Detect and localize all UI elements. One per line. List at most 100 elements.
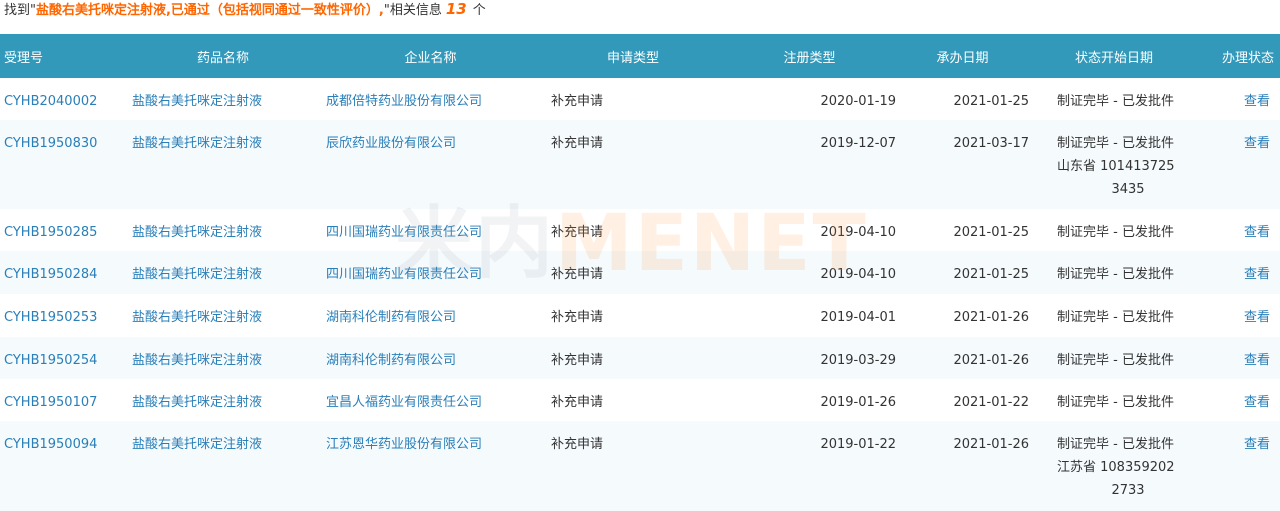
result-count: 13 bbox=[445, 0, 467, 18]
company-link[interactable]: 湖南科伦制药有限公司 bbox=[326, 353, 456, 368]
undertake-date-cell: 2021-01-25 bbox=[953, 225, 1029, 240]
company-link[interactable]: 四川国瑞药业有限责任公司 bbox=[326, 267, 482, 282]
table-row: CYHB1950253 盐酸右美托咪定注射液 湖南科伦制药有限公司 补充申请 2019-… bbox=[0, 294, 1280, 337]
view-link[interactable]: 查看 bbox=[1244, 94, 1270, 109]
undertake-date-cell: 2021-01-26 bbox=[953, 353, 1029, 368]
acceptance-no-link[interactable]: CYHB1950285 bbox=[4, 225, 97, 240]
drug-name-link[interactable]: 盐酸右美托咪定注射液 bbox=[132, 94, 262, 109]
acceptance-no-link[interactable]: CYHB1950253 bbox=[4, 310, 97, 325]
header-undertake-date[interactable]: 承办日期 bbox=[896, 34, 1029, 78]
summary-mid: "相关信息 bbox=[383, 3, 442, 18]
apply-type-cell: 补充申请 bbox=[551, 225, 604, 240]
reg-date-cell: 2019-03-29 bbox=[820, 353, 896, 368]
table-row: CYHB1950254 盐酸右美托咪定注射液 湖南科伦制药有限公司 补充申请 2019-… bbox=[0, 337, 1280, 379]
status-province-code: 江苏省 108359202 bbox=[1057, 460, 1175, 475]
drug-name-link[interactable]: 盐酸右美托咪定注射液 bbox=[132, 267, 262, 282]
summary-query: 盐酸右美托咪定注射液,已通过（包括视同通过一致性评价）, bbox=[35, 3, 384, 18]
apply-type-cell: 补充申请 bbox=[551, 395, 604, 410]
status-text: 制证完毕 - 已发批件 bbox=[1057, 267, 1174, 282]
header-reg-type[interactable]: 注册类型 bbox=[723, 34, 896, 78]
view-link[interactable]: 查看 bbox=[1244, 437, 1270, 452]
drug-name-link[interactable]: 盐酸右美托咪定注射液 bbox=[132, 225, 262, 240]
apply-type-cell: 补充申请 bbox=[551, 310, 604, 325]
status-cell: 制证完毕 - 已发批件 山东省 101413725 3435 bbox=[1029, 120, 1199, 209]
header-handle-status[interactable]: 办理状态 bbox=[1199, 34, 1280, 78]
drug-name-link[interactable]: 盐酸右美托咪定注射液 bbox=[132, 310, 262, 325]
acceptance-no-link[interactable]: CYHB1950107 bbox=[4, 395, 97, 410]
company-link[interactable]: 湖南科伦制药有限公司 bbox=[326, 310, 456, 325]
view-link[interactable]: 查看 bbox=[1244, 395, 1270, 410]
reg-date-cell: 2019-04-10 bbox=[820, 225, 896, 240]
acceptance-no-link[interactable]: CYHB1950830 bbox=[4, 136, 97, 151]
header-company[interactable]: 企业名称 bbox=[318, 34, 543, 78]
summary-prefix: 找到" bbox=[4, 3, 36, 18]
view-link[interactable]: 查看 bbox=[1244, 136, 1270, 151]
status-text: 制证完毕 - 已发批件 bbox=[1057, 310, 1174, 325]
view-link[interactable]: 查看 bbox=[1244, 267, 1270, 282]
company-link[interactable]: 辰欣药业股份有限公司 bbox=[326, 136, 456, 151]
status-text: 制证完毕 - 已发批件 bbox=[1057, 94, 1174, 109]
summary-suffix: 个 bbox=[472, 3, 486, 18]
status-cell: 制证完毕 - 已发批件 bbox=[1029, 379, 1199, 421]
status-text: 制证完毕 - 已发批件 bbox=[1057, 353, 1174, 368]
company-link[interactable]: 四川国瑞药业有限责任公司 bbox=[326, 225, 482, 240]
view-link[interactable]: 查看 bbox=[1244, 225, 1270, 240]
apply-type-cell: 补充申请 bbox=[551, 353, 604, 368]
table-row: CYHB1950107 盐酸右美托咪定注射液 宜昌人福药业有限责任公司 补充申请 201… bbox=[0, 379, 1280, 421]
status-cell: 制证完毕 - 已发批件 bbox=[1029, 337, 1199, 379]
header-drug-name[interactable]: 药品名称 bbox=[128, 34, 318, 78]
company-link[interactable]: 宜昌人福药业有限责任公司 bbox=[326, 395, 482, 410]
undertake-date-cell: 2021-01-25 bbox=[953, 267, 1029, 282]
drug-name-link[interactable]: 盐酸右美托咪定注射液 bbox=[132, 437, 262, 452]
status-text: 制证完毕 - 已发批件 bbox=[1057, 437, 1174, 452]
status-code-suffix: 2733 bbox=[1111, 483, 1145, 498]
status-code-suffix: 3435 bbox=[1111, 182, 1145, 197]
table-row: CYHB1950284 盐酸右美托咪定注射液 四川国瑞药业有限责任公司 补充申请 201… bbox=[0, 251, 1280, 294]
apply-type-cell: 补充申请 bbox=[551, 136, 604, 151]
drug-name-link[interactable]: 盐酸右美托咪定注射液 bbox=[132, 395, 262, 410]
undertake-date-cell: 2021-01-26 bbox=[953, 310, 1029, 325]
company-link[interactable]: 成都倍特药业股份有限公司 bbox=[326, 94, 482, 109]
undertake-date-cell: 2021-01-26 bbox=[953, 437, 1029, 452]
status-text: 制证完毕 - 已发批件 bbox=[1057, 225, 1174, 240]
acceptance-no-link[interactable]: CYHB1950094 bbox=[4, 437, 97, 452]
status-text: 制证完毕 - 已发批件 bbox=[1057, 136, 1174, 151]
table-row: CYHB1950285 盐酸右美托咪定注射液 四川国瑞药业有限责任公司 补充申请 201… bbox=[0, 209, 1280, 251]
acceptance-no-link[interactable]: CYHB2040002 bbox=[4, 94, 97, 109]
apply-type-cell: 补充申请 bbox=[551, 437, 604, 452]
status-cell: 制证完毕 - 已发批件 江苏省 108359202 2733 bbox=[1029, 421, 1199, 511]
undertake-date-cell: 2021-01-22 bbox=[953, 395, 1029, 410]
reg-date-cell: 2019-04-01 bbox=[820, 310, 896, 325]
undertake-date-cell: 2021-01-25 bbox=[953, 94, 1029, 109]
reg-date-cell: 2019-12-07 bbox=[820, 136, 896, 151]
table-row: CYHB1950830 盐酸右美托咪定注射液 辰欣药业股份有限公司 补充申请 2019-… bbox=[0, 120, 1280, 209]
apply-type-cell: 补充申请 bbox=[551, 267, 604, 282]
reg-date-cell: 2019-01-22 bbox=[820, 437, 896, 452]
results-table: 受理号 药品名称 企业名称 申请类型 注册类型 承办日期 状态开始日期 办理状态… bbox=[0, 34, 1280, 511]
view-link[interactable]: 查看 bbox=[1244, 310, 1270, 325]
reg-date-cell: 2020-01-19 bbox=[820, 94, 896, 109]
header-apply-type[interactable]: 申请类型 bbox=[543, 34, 723, 78]
view-link[interactable]: 查看 bbox=[1244, 353, 1270, 368]
drug-name-link[interactable]: 盐酸右美托咪定注射液 bbox=[132, 353, 262, 368]
apply-type-cell: 补充申请 bbox=[551, 94, 604, 109]
table-header-row: 受理号 药品名称 企业名称 申请类型 注册类型 承办日期 状态开始日期 办理状态 bbox=[0, 34, 1280, 78]
acceptance-no-link[interactable]: CYHB1950254 bbox=[4, 353, 97, 368]
acceptance-no-link[interactable]: CYHB1950284 bbox=[4, 267, 97, 282]
status-province-code: 山东省 101413725 bbox=[1057, 159, 1175, 174]
status-cell: 制证完毕 - 已发批件 bbox=[1029, 78, 1199, 120]
header-acceptance-no[interactable]: 受理号 bbox=[0, 34, 128, 78]
status-cell: 制证完毕 - 已发批件 bbox=[1029, 251, 1199, 294]
status-cell: 制证完毕 - 已发批件 bbox=[1029, 209, 1199, 251]
reg-date-cell: 2019-01-26 bbox=[820, 395, 896, 410]
undertake-date-cell: 2021-03-17 bbox=[953, 136, 1029, 151]
table-row: CYHB2040002 盐酸右美托咪定注射液 成都倍特药业股份有限公司 补充申请 202… bbox=[0, 78, 1280, 120]
drug-name-link[interactable]: 盐酸右美托咪定注射液 bbox=[132, 136, 262, 151]
search-result-summary: 找到"盐酸右美托咪定注射液,已通过（包括视同通过一致性评价）,"相关信息 13 个 bbox=[4, 0, 486, 20]
status-cell: 制证完毕 - 已发批件 bbox=[1029, 294, 1199, 337]
status-text: 制证完毕 - 已发批件 bbox=[1057, 395, 1174, 410]
reg-date-cell: 2019-04-10 bbox=[820, 267, 896, 282]
company-link[interactable]: 江苏恩华药业股份有限公司 bbox=[326, 437, 482, 452]
header-status-date[interactable]: 状态开始日期 bbox=[1029, 34, 1199, 78]
table-row: CYHB1950094 盐酸右美托咪定注射液 江苏恩华药业股份有限公司 补充申请 201… bbox=[0, 421, 1280, 511]
